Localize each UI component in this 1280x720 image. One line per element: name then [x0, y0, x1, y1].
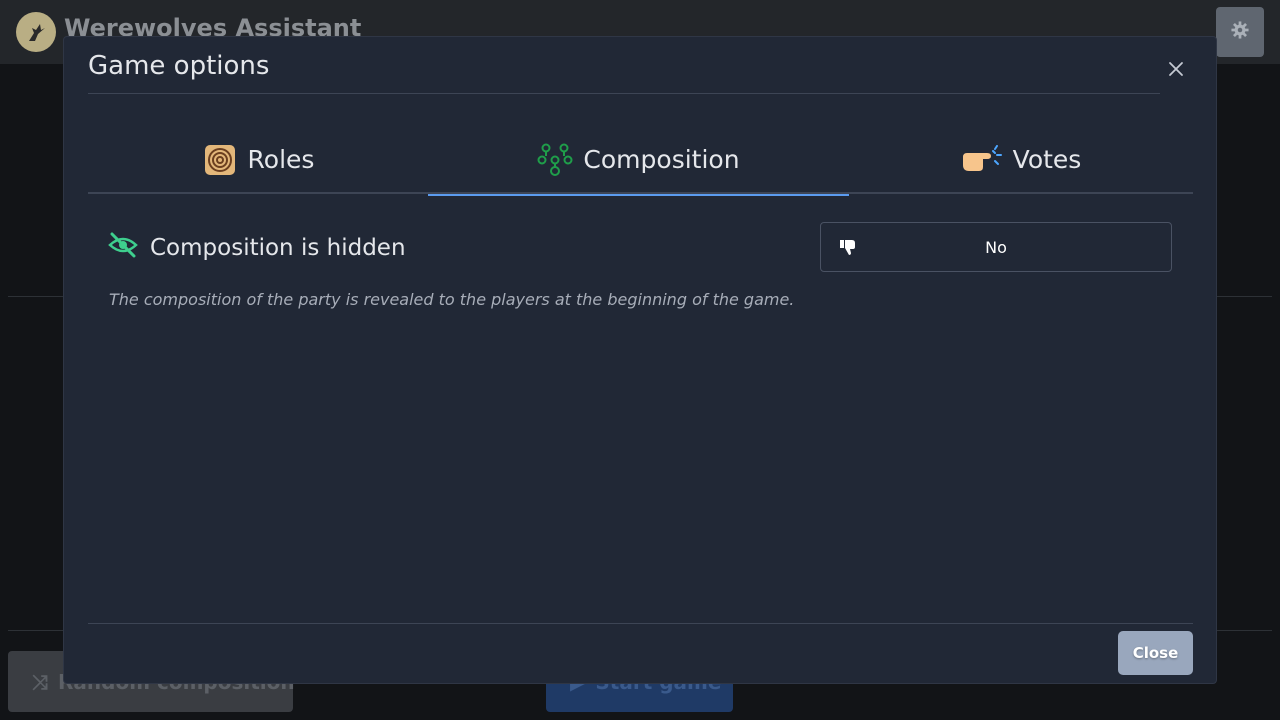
tab-roles[interactable]: Roles [88, 125, 428, 194]
divider [88, 93, 1160, 94]
spiral-icon [202, 142, 238, 178]
wolf-howl-icon[interactable] [16, 12, 56, 52]
gear-icon [1231, 21, 1249, 43]
tab-roles-label: Roles [247, 145, 315, 174]
option-label: Composition is hidden [108, 232, 406, 264]
thumbs-down-icon [839, 238, 857, 260]
divider [88, 623, 1193, 624]
option-description: The composition of the party is revealed… [109, 290, 795, 309]
settings-button[interactable] [1216, 7, 1264, 57]
close-icon[interactable] [1164, 57, 1188, 81]
tab-bar: Roles Composition Votes [88, 125, 1193, 196]
game-options-modal: Game options Roles Composition Votes Com… [63, 36, 1217, 684]
shuffle-icon: ⤨ [32, 669, 48, 694]
option-label-text: Composition is hidden [150, 235, 406, 261]
toggle-value-label: No [985, 237, 1007, 257]
composition-hidden-toggle[interactable]: No [820, 222, 1172, 272]
tab-composition-label: Composition [583, 145, 740, 174]
tab-composition[interactable]: Composition [428, 125, 849, 196]
eye-slash-icon [108, 232, 138, 264]
option-row: Composition is hidden No [108, 222, 1173, 272]
modal-title: Game options [88, 51, 270, 81]
pointing-hand-icon [961, 142, 1003, 178]
people-group-icon [537, 142, 573, 178]
tab-votes-label: Votes [1012, 145, 1082, 174]
close-button[interactable]: Close [1118, 631, 1193, 675]
tab-votes[interactable]: Votes [849, 125, 1193, 194]
